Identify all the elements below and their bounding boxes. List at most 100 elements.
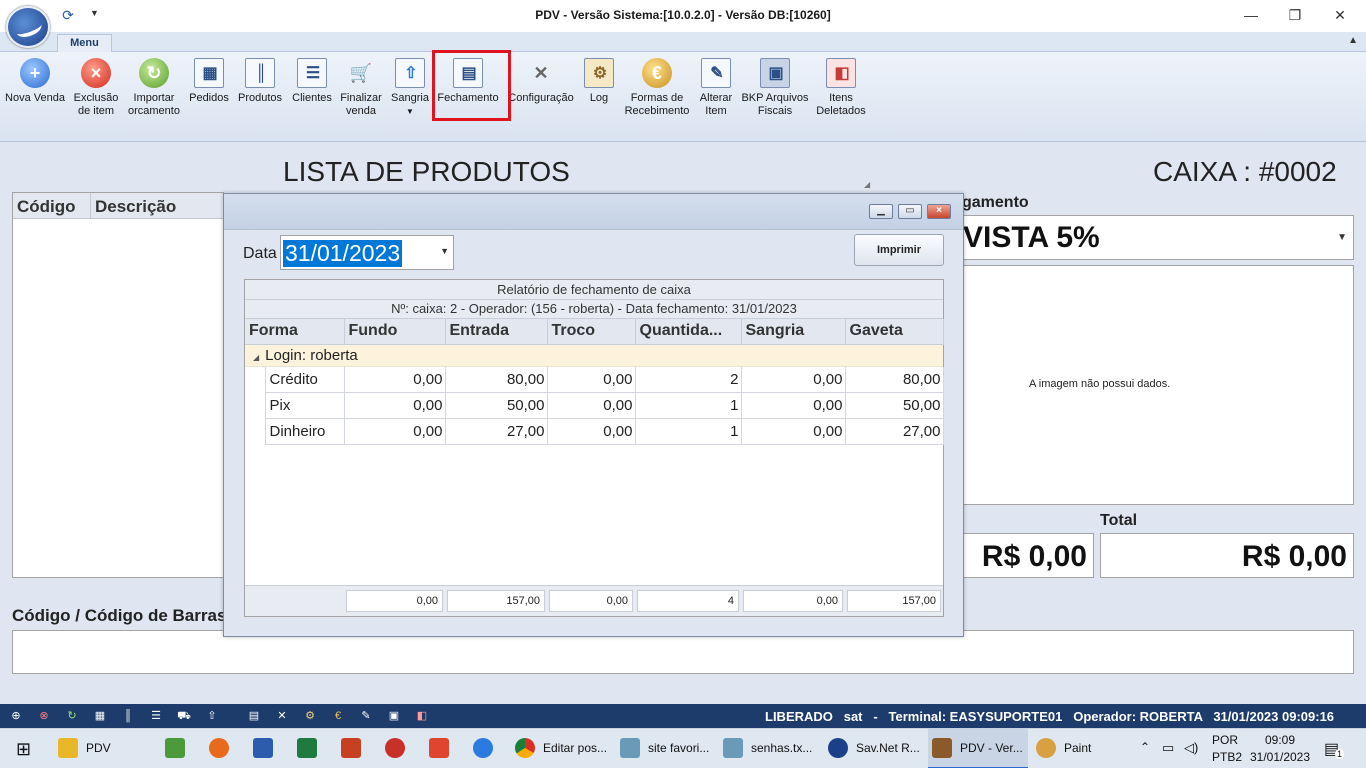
taskbar-item-pdv-folder[interactable]: PDV <box>58 729 158 768</box>
edit-status-icon[interactable]: ✎ <box>359 709 373 723</box>
taskbar-item-paint[interactable]: Paint <box>1036 729 1116 768</box>
table-row[interactable]: Pix 0,00 50,00 0,00 1 0,00 50,00 <box>245 392 944 419</box>
ribbon-tab-strip: Menu ▲ <box>0 32 1366 53</box>
col-entrada[interactable]: Entrada <box>445 319 548 345</box>
volume-icon[interactable]: ◁) <box>1184 740 1198 756</box>
cell-entrada: 80,00 <box>445 366 548 393</box>
fechamento-dialog: ▁ ▭ × Data 31/01/2023 ▼ Imprimir Relatór… <box>223 193 964 637</box>
notepad-file-icon <box>723 738 743 758</box>
pdv-cart-icon <box>932 738 952 758</box>
notifications-button[interactable]: ▤ 1 <box>1322 729 1348 768</box>
eraser-status-icon[interactable]: ◧ <box>415 709 429 723</box>
col-fundo[interactable]: Fundo <box>344 319 446 345</box>
taskbar-item-anydesk[interactable] <box>429 729 457 768</box>
taskbar-item-teamviewer[interactable] <box>473 729 501 768</box>
dialog-minimize-button[interactable]: ▁ <box>869 204 893 219</box>
table-row[interactable]: Crédito 0,00 80,00 0,00 2 0,00 80,00 <box>245 366 944 393</box>
taskbar-item-senhas[interactable]: senhas.tx... <box>723 729 823 768</box>
table-row[interactable]: Dinheiro 0,00 27,00 0,00 1 0,00 27,00 <box>245 418 944 445</box>
produtos-button[interactable]: ║ Produtos <box>236 56 284 126</box>
clock[interactable]: 09:09 31/01/2023 <box>1247 729 1313 768</box>
log-status-icon[interactable]: ⚙ <box>303 709 317 723</box>
taskbar-item-word[interactable] <box>253 729 281 768</box>
ribbon-launcher-icon[interactable]: ◢ <box>864 180 870 189</box>
col-quantidade[interactable]: Quantida... <box>635 319 742 345</box>
col-troco[interactable]: Troco <box>547 319 636 345</box>
importar-status-icon[interactable]: ↻ <box>65 709 79 723</box>
restore-button[interactable]: ❐ <box>1280 4 1310 26</box>
exclusao-item-button[interactable]: × Exclusão de item <box>70 56 122 126</box>
tools-status-icon[interactable]: ✕ <box>275 709 289 723</box>
system-tray[interactable]: ⌃ ▭ ◁) <box>1140 729 1208 768</box>
notepad-file-icon <box>620 738 640 758</box>
formas-recebimento-button[interactable]: € Formas de Recebimento <box>622 56 692 126</box>
plus-circle-icon: + <box>20 58 50 88</box>
nova-venda-status-icon[interactable]: ⊕ <box>9 709 23 723</box>
bkp-arquivos-button[interactable]: ▣ BKP Arquivos Fiscais <box>740 56 810 126</box>
chevron-up-icon[interactable]: ⌃ <box>1140 740 1150 754</box>
status-bar: ⊕ ⊗ ↻ ▦ ║ ☰ ⛟ ⇧ ▤ ✕ ⚙ € ✎ ▣ ◧ LIBERADO s… <box>0 704 1366 728</box>
ribbon-collapse-icon[interactable]: ▲ <box>1348 35 1358 46</box>
cell-fundo: 0,00 <box>344 366 446 393</box>
exclusao-status-icon[interactable]: ⊗ <box>37 709 51 723</box>
taskbar-item-notepad-plus[interactable] <box>165 729 193 768</box>
eraser-icon: ◧ <box>826 58 856 88</box>
app-logo-icon[interactable] <box>6 6 50 48</box>
taskbar-item-firefox[interactable] <box>209 729 237 768</box>
sangria-status-icon[interactable]: ⇧ <box>205 709 219 723</box>
product-grid[interactable]: Código Descrição <box>12 192 224 578</box>
taskbar-item-ccleaner[interactable] <box>385 729 413 768</box>
produtos-status-icon[interactable]: ║ <box>121 709 135 723</box>
close-button[interactable]: ✕ <box>1325 4 1355 26</box>
save-status-icon[interactable]: ▣ <box>387 709 401 723</box>
language-indicator[interactable]: POR PTB2 <box>1212 729 1244 768</box>
coins-status-icon[interactable]: € <box>331 709 345 723</box>
log-button[interactable]: ⚙ Log <box>582 56 616 126</box>
sangria-dropdown-icon[interactable]: ▼ <box>389 105 431 118</box>
cart-status-icon[interactable]: ⛟ <box>177 709 191 723</box>
start-button[interactable]: ⊞ <box>8 729 42 768</box>
col-gaveta[interactable]: Gaveta <box>845 319 944 345</box>
cell-troco: 0,00 <box>547 418 636 445</box>
pagamento-select[interactable]: VISTA 5% ▼ <box>962 215 1354 260</box>
teamviewer-icon <box>473 738 493 758</box>
col-codigo[interactable]: Código <box>17 197 76 217</box>
barcode-icon: ║ <box>245 58 275 88</box>
edit-icon: ✎ <box>701 58 731 88</box>
chevron-down-icon[interactable]: ▼ <box>440 246 449 256</box>
imprimir-button[interactable]: Imprimir <box>854 234 944 266</box>
network-icon[interactable]: ▭ <box>1162 740 1174 756</box>
finalizar-venda-button[interactable]: 🛒 Finalizar venda <box>338 56 384 126</box>
pedidos-status-icon[interactable]: ▦ <box>93 709 107 723</box>
taskbar-item-site-favoritos[interactable]: site favori... <box>620 729 720 768</box>
minimize-button[interactable]: — <box>1236 4 1266 26</box>
taskbar-item-excel[interactable] <box>297 729 325 768</box>
col-descricao[interactable]: Descrição <box>95 197 176 217</box>
chrome-icon <box>515 738 535 758</box>
taskbar-item-savnet[interactable]: Sav.Net R... <box>828 729 928 768</box>
configuracao-button[interactable]: ✕ Configuração <box>507 56 575 126</box>
collapse-triangle-icon[interactable]: ◢ <box>253 353 259 362</box>
dialog-maximize-button[interactable]: ▭ <box>898 204 922 219</box>
notepad-icon <box>165 738 185 758</box>
col-sangria[interactable]: Sangria <box>741 319 846 345</box>
clientes-status-icon[interactable]: ☰ <box>149 709 163 723</box>
nova-venda-button[interactable]: + Nova Venda <box>4 56 66 126</box>
tab-menu[interactable]: Menu <box>57 34 112 53</box>
sangria-button[interactable]: ⇧ Sangria ▼ <box>389 56 431 126</box>
taskbar-item-pdv-app[interactable]: PDV - Ver... <box>928 729 1028 768</box>
group-row-login[interactable]: ◢ Login: roberta <box>245 344 943 367</box>
taskbar-item-chrome[interactable]: Editar pos... <box>515 729 615 768</box>
alterar-item-button[interactable]: ✎ Alterar Item <box>696 56 736 126</box>
clientes-button[interactable]: ☰ Clientes <box>289 56 335 126</box>
taskbar-item-powerpoint[interactable] <box>341 729 369 768</box>
pedidos-button[interactable]: ▦ Pedidos <box>187 56 231 126</box>
importar-orcamento-button[interactable]: ↻ Importar orcamento <box>125 56 183 126</box>
col-forma[interactable]: Forma <box>245 319 345 345</box>
date-picker[interactable]: 31/01/2023 ▼ <box>280 235 454 270</box>
itens-deletados-button[interactable]: ◧ Itens Deletados <box>814 56 868 126</box>
ccleaner-icon <box>385 738 405 758</box>
fechamento-status-icon[interactable]: ▤ <box>247 709 261 723</box>
dialog-close-button[interactable]: × <box>927 204 951 219</box>
withdraw-icon: ⇧ <box>395 58 425 88</box>
